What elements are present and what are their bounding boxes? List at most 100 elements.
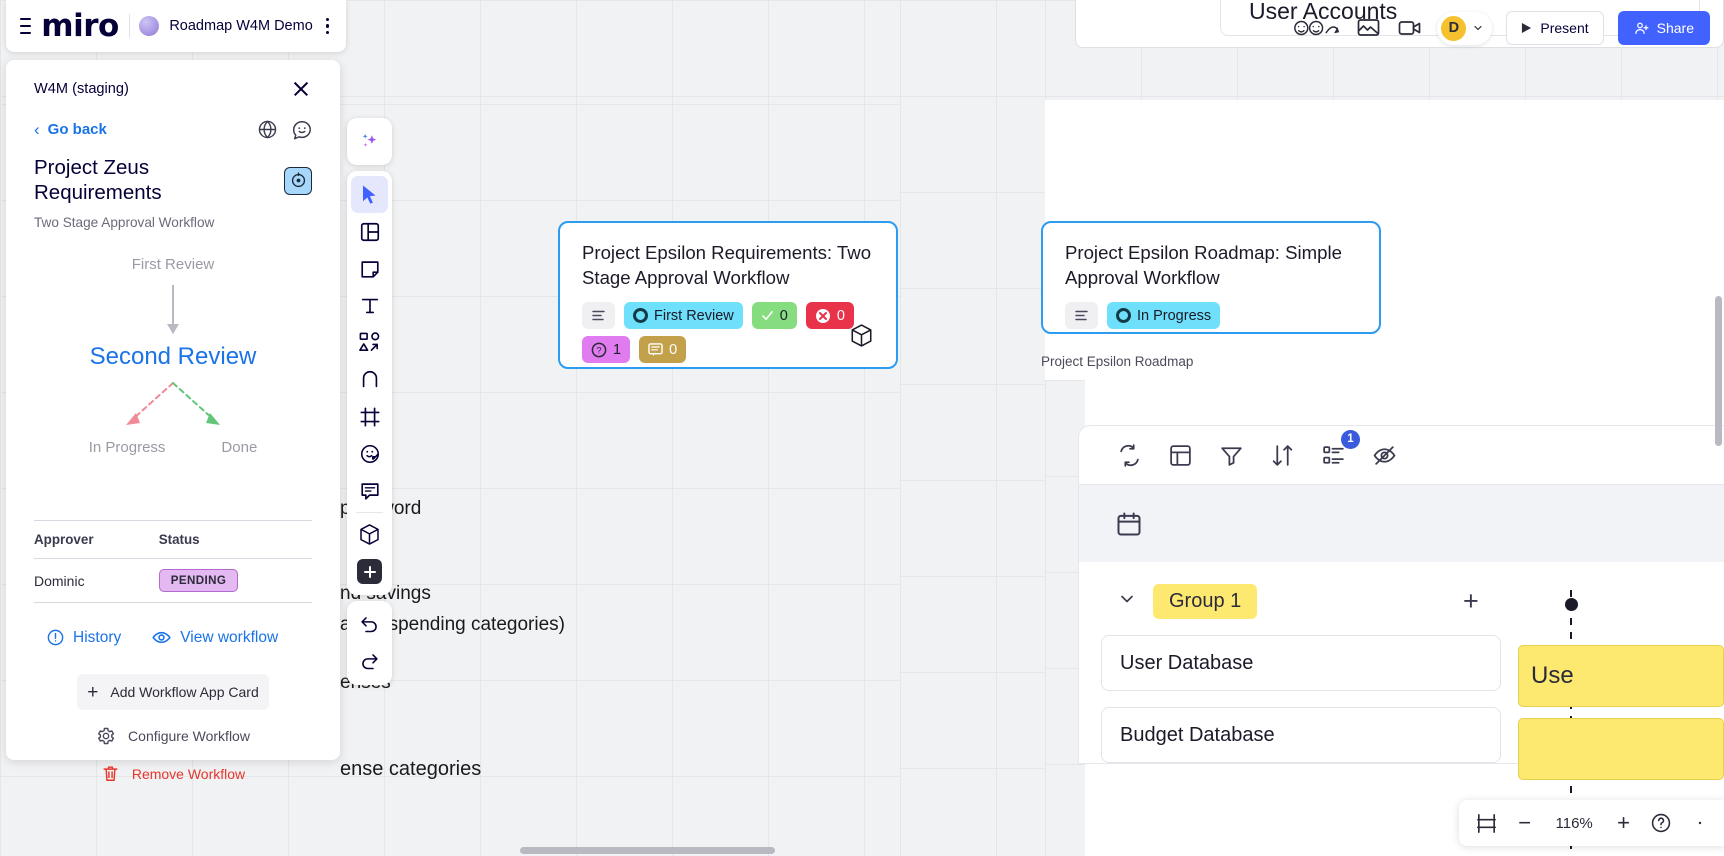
- card-chip-row: First Review 0 0: [582, 302, 874, 330]
- workflow-branch-arrows: [34, 377, 312, 443]
- add-card-label: Add Workflow App Card: [110, 684, 259, 701]
- app-card-epsilon-roadmap[interactable]: Project Epsilon Roadmap: Simple Approval…: [1041, 221, 1381, 334]
- template-tool[interactable]: [351, 213, 388, 250]
- card-chip-row-2: ? 1 0: [582, 336, 874, 364]
- trash-icon: [103, 766, 118, 782]
- frame-tool[interactable]: [351, 398, 388, 435]
- present-button[interactable]: Present: [1506, 11, 1604, 45]
- comment-bubble-icon: [360, 482, 379, 500]
- divider: [128, 14, 130, 38]
- description-lines-icon: [1075, 311, 1088, 321]
- sort-arrows-icon[interactable]: [1270, 443, 1295, 468]
- widget-group-row[interactable]: Group 1 +: [1079, 584, 1724, 619]
- more-icon[interactable]: [1692, 812, 1708, 834]
- chip-description[interactable]: [1065, 302, 1098, 330]
- avatar[interactable]: D: [1439, 13, 1469, 43]
- user-avatar-group[interactable]: D: [1437, 11, 1493, 45]
- group-label[interactable]: Group 1: [1153, 584, 1258, 619]
- list-item[interactable]: Budget Database: [1101, 707, 1501, 763]
- vertical-scrollbar[interactable]: [1715, 296, 1722, 446]
- template-layout-icon: [360, 222, 379, 241]
- card-caption: Project Epsilon Roadmap: [1041, 354, 1194, 369]
- help-question-icon[interactable]: [1650, 812, 1672, 834]
- hamburger-icon[interactable]: [20, 18, 32, 34]
- x-circle-icon: [815, 308, 830, 323]
- table-header-row: Approver Status: [34, 520, 312, 560]
- sync-refresh-icon[interactable]: [1117, 443, 1142, 468]
- board-title[interactable]: Roadmap W4M Demo: [169, 18, 312, 34]
- undo-tool[interactable]: [351, 606, 388, 643]
- hide-eye-icon[interactable]: [1372, 443, 1397, 468]
- left-toolbar: [347, 118, 392, 685]
- panel-header-icons: [257, 119, 312, 140]
- cube-box-icon[interactable]: [849, 323, 874, 353]
- apps-tool[interactable]: [351, 516, 388, 553]
- chip-rejected[interactable]: 0: [805, 302, 854, 330]
- fields-list-icon[interactable]: 1: [1321, 429, 1360, 468]
- widget-date-row: Fe 20: [1079, 484, 1724, 562]
- select-tool[interactable]: [351, 176, 388, 213]
- timeline-note[interactable]: Use: [1518, 645, 1724, 707]
- play-triangle-icon: [1522, 22, 1532, 34]
- zoom-out-button[interactable]: −: [1518, 812, 1531, 834]
- go-back-button[interactable]: ‹ Go back: [34, 121, 107, 138]
- frame-icon: [359, 406, 380, 427]
- comment-tool[interactable]: [351, 472, 388, 509]
- zoom-level[interactable]: 116%: [1551, 815, 1597, 832]
- list-item[interactable]: User Database: [1101, 635, 1501, 691]
- layout-view-icon[interactable]: [1168, 443, 1193, 468]
- fit-to-screen-icon[interactable]: [1475, 812, 1498, 835]
- sparkles-icon: [362, 134, 377, 147]
- add-workflow-app-card-button[interactable]: + Add Workflow App Card: [77, 674, 269, 711]
- sticker-smiley-icon: [360, 444, 379, 463]
- chevron-down-icon[interactable]: [1117, 589, 1137, 614]
- chip-label: 0: [836, 307, 845, 324]
- plus-square-icon[interactable]: [357, 559, 382, 584]
- sticker-tool[interactable]: [351, 435, 388, 472]
- chip-label: 1: [613, 341, 622, 358]
- go-back-label: Go back: [47, 121, 107, 138]
- ai-sparkle-tool[interactable]: [351, 123, 388, 160]
- chip-label: 0: [779, 307, 788, 324]
- chip-description[interactable]: [582, 302, 615, 330]
- close-icon[interactable]: [290, 78, 312, 100]
- chip-status[interactable]: First Review: [624, 302, 743, 330]
- chip-comments[interactable]: 0: [639, 336, 687, 364]
- horizontal-scrollbar[interactable]: [520, 847, 775, 854]
- feedback-smiley-icon[interactable]: [291, 119, 312, 140]
- shapes-tool[interactable]: [351, 324, 388, 361]
- pen-tool[interactable]: [351, 361, 388, 398]
- chip-approved[interactable]: 0: [751, 302, 797, 330]
- kebab-menu-icon[interactable]: [323, 17, 332, 35]
- share-button[interactable]: Share: [1617, 11, 1710, 45]
- target-locate-icon[interactable]: [284, 166, 312, 195]
- zoom-in-button[interactable]: +: [1617, 812, 1630, 834]
- view-workflow-link[interactable]: View workflow: [151, 627, 278, 648]
- globe-icon[interactable]: [257, 119, 278, 140]
- filter-funnel-icon[interactable]: [1219, 443, 1244, 468]
- configure-workflow-button[interactable]: Configure Workflow: [34, 726, 312, 746]
- chip-pending[interactable]: ? 1: [582, 336, 631, 364]
- screen-share-icon[interactable]: [1355, 16, 1382, 40]
- remove-workflow-button[interactable]: Remove Workflow: [34, 764, 312, 783]
- history-link[interactable]: History: [46, 627, 121, 648]
- redo-tool[interactable]: [351, 643, 388, 680]
- table-widget[interactable]: 1 Fe 20 Group 1: [1078, 425, 1724, 764]
- miro-logo[interactable]: miro: [41, 10, 119, 42]
- widget-toolbar: 1: [1079, 426, 1724, 484]
- text-tool[interactable]: [351, 287, 388, 324]
- sticky-note-tool[interactable]: [351, 250, 388, 287]
- app-card-epsilon-requirements[interactable]: Project Epsilon Requirements: Two Stage …: [558, 221, 898, 369]
- more-apps-tool[interactable]: [351, 553, 388, 590]
- timeline-note[interactable]: [1518, 718, 1724, 780]
- chip-status[interactable]: In Progress: [1107, 302, 1221, 330]
- toolbar-history-group: [347, 601, 392, 685]
- present-label: Present: [1540, 20, 1589, 36]
- board-text: ense categories: [340, 758, 482, 780]
- chip-label: In Progress: [1137, 307, 1212, 324]
- reactions-icon[interactable]: [1293, 15, 1341, 41]
- cube-box-icon: [360, 524, 379, 545]
- add-item-icon[interactable]: +: [1463, 588, 1479, 615]
- ring-icon: [633, 308, 648, 324]
- video-call-icon[interactable]: [1396, 16, 1423, 40]
